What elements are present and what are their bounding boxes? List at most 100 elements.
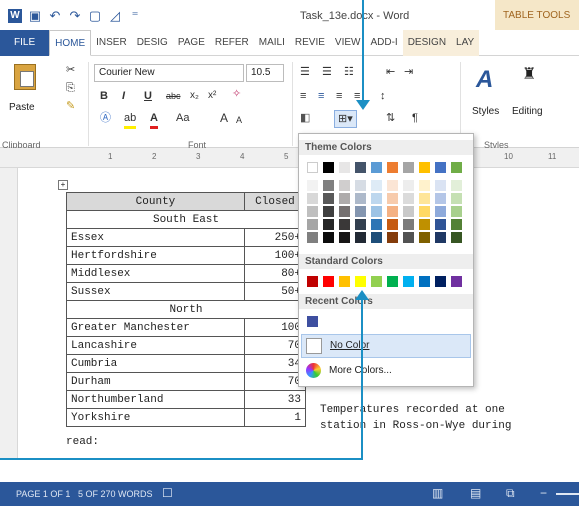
shading-icon[interactable]: ◧: [300, 110, 311, 129]
table-header-cell[interactable]: Closed: [243, 192, 307, 211]
theme-color-swatch[interactable]: [419, 162, 430, 173]
font-color-icon[interactable]: A: [150, 110, 158, 129]
standard-color-swatch[interactable]: [387, 276, 398, 287]
section-cell[interactable]: South East: [66, 210, 306, 229]
strikethrough-button[interactable]: abc: [166, 88, 181, 104]
theme-shade-swatch[interactable]: [403, 180, 414, 191]
theme-shade-swatch[interactable]: [323, 232, 334, 243]
clear-formatting-icon[interactable]: ✧: [232, 86, 241, 102]
theme-shade-swatch[interactable]: [307, 180, 318, 191]
horizontal-ruler[interactable]: 123456789101112: [0, 148, 579, 168]
theme-shade-swatch[interactable]: [371, 206, 382, 217]
numbering-icon[interactable]: ☰: [322, 64, 332, 80]
tab-mailings[interactable]: MAILI: [254, 30, 290, 56]
change-case-button[interactable]: Aa: [176, 110, 189, 126]
copy-icon[interactable]: ⎘: [66, 80, 75, 96]
theme-shade-swatch[interactable]: [371, 232, 382, 243]
closed-cell[interactable]: 100+: [243, 246, 307, 265]
theme-shade-swatch[interactable]: [419, 193, 430, 204]
county-cell[interactable]: Yorkshire: [66, 408, 245, 427]
theme-shade-swatch[interactable]: [387, 206, 398, 217]
shrink-font-button[interactable]: A: [236, 112, 242, 128]
county-cell[interactable]: Cumbria: [66, 354, 245, 373]
theme-shade-swatch[interactable]: [435, 232, 446, 243]
read-mode-icon[interactable]: ▥: [432, 486, 443, 500]
standard-color-swatch[interactable]: [451, 276, 462, 287]
theme-color-swatch[interactable]: [355, 162, 366, 173]
theme-color-swatch[interactable]: [307, 162, 318, 173]
tab-table-layout[interactable]: LAY: [451, 30, 480, 56]
table-header-cell[interactable]: County: [66, 192, 245, 211]
theme-shade-swatch[interactable]: [339, 232, 350, 243]
county-cell[interactable]: Sussex: [66, 282, 245, 301]
styles-button[interactable]: A Styles: [468, 62, 506, 128]
cut-icon[interactable]: ✂: [66, 62, 75, 78]
theme-shade-swatch[interactable]: [435, 193, 446, 204]
bullets-icon[interactable]: ☰: [300, 64, 310, 80]
closed-cell[interactable]: 100: [243, 318, 307, 337]
align-left-icon[interactable]: ≡: [300, 88, 306, 104]
zoom-slider[interactable]: [556, 493, 579, 495]
theme-color-swatch[interactable]: [435, 162, 446, 173]
theme-shade-swatch[interactable]: [451, 219, 462, 230]
theme-shade-swatch[interactable]: [419, 180, 430, 191]
theme-shade-swatch[interactable]: [435, 180, 446, 191]
theme-shade-swatch[interactable]: [451, 193, 462, 204]
theme-shade-swatch[interactable]: [339, 180, 350, 191]
closed-cell[interactable]: 33: [243, 390, 307, 409]
theme-shade-swatch[interactable]: [355, 232, 366, 243]
undo-icon[interactable]: ↶: [48, 9, 62, 23]
theme-shade-swatch[interactable]: [355, 219, 366, 230]
customize-qat-icon[interactable]: ⁼: [128, 9, 142, 23]
theme-color-swatch[interactable]: [403, 162, 414, 173]
standard-color-swatch[interactable]: [419, 276, 430, 287]
theme-shade-swatch[interactable]: [419, 232, 430, 243]
theme-shade-swatch[interactable]: [451, 232, 462, 243]
bold-button[interactable]: B: [100, 88, 108, 104]
theme-shade-swatch[interactable]: [419, 219, 430, 230]
county-cell[interactable]: Durham: [66, 372, 245, 391]
county-cell[interactable]: Essex: [66, 228, 245, 247]
theme-shade-swatch[interactable]: [355, 193, 366, 204]
standard-color-swatch[interactable]: [339, 276, 350, 287]
county-cell[interactable]: Greater Manchester: [66, 318, 245, 337]
table-move-handle[interactable]: +: [58, 180, 68, 190]
save-icon[interactable]: ▣: [28, 9, 42, 23]
theme-shade-swatch[interactable]: [435, 206, 446, 217]
county-cell[interactable]: Hertfordshire: [66, 246, 245, 265]
county-cell[interactable]: Middlesex: [66, 264, 245, 283]
multilevel-list-icon[interactable]: ☷: [344, 64, 354, 80]
theme-color-swatch[interactable]: [371, 162, 382, 173]
tab-references[interactable]: REFER: [210, 30, 254, 56]
tab-page-layout[interactable]: PAGE: [173, 30, 210, 56]
theme-shade-swatch[interactable]: [387, 180, 398, 191]
font-size-select[interactable]: 10.5: [246, 64, 284, 82]
county-cell[interactable]: Lancashire: [66, 336, 245, 355]
theme-shade-swatch[interactable]: [371, 193, 382, 204]
tab-table-design[interactable]: DESIGN: [402, 30, 452, 56]
tab-insert[interactable]: INSER: [91, 30, 132, 56]
theme-shade-swatch[interactable]: [387, 193, 398, 204]
tab-file[interactable]: FILE: [0, 30, 50, 56]
theme-color-swatch[interactable]: [387, 162, 398, 173]
tab-design-doc[interactable]: DESIG: [132, 30, 173, 56]
theme-shade-swatch[interactable]: [403, 232, 414, 243]
theme-shade-swatch[interactable]: [355, 180, 366, 191]
sort-icon[interactable]: ⇅: [386, 110, 395, 126]
recent-color-swatch[interactable]: [307, 316, 318, 327]
theme-shade-swatch[interactable]: [307, 206, 318, 217]
borders-icon[interactable]: ⊞▾: [334, 110, 357, 128]
text-effects-icon[interactable]: Ⓐ: [100, 110, 111, 126]
subscript-button[interactable]: x₂: [190, 88, 199, 104]
standard-color-swatch[interactable]: [403, 276, 414, 287]
standard-color-swatch[interactable]: [323, 276, 334, 287]
tab-add-ins[interactable]: ADD-I: [365, 30, 402, 56]
italic-button[interactable]: I: [122, 88, 125, 104]
theme-shade-swatch[interactable]: [451, 206, 462, 217]
theme-shade-swatch[interactable]: [387, 219, 398, 230]
theme-shade-swatch[interactable]: [371, 219, 382, 230]
standard-color-swatch[interactable]: [307, 276, 318, 287]
highlight-icon[interactable]: ab: [124, 110, 137, 129]
closed-cell[interactable]: 80+: [243, 264, 307, 283]
closed-cell[interactable]: 70: [243, 372, 307, 391]
